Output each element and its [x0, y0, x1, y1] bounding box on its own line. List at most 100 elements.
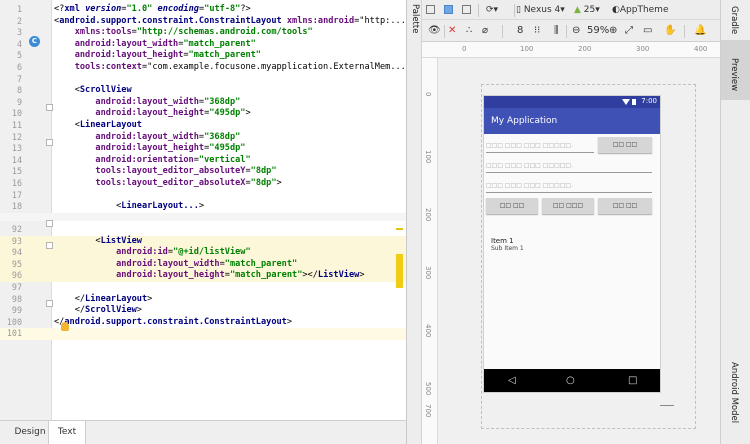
fold-marker-icon[interactable] [46, 139, 53, 146]
line-number: 13 [11, 143, 22, 154]
code-line: 97 [0, 282, 406, 294]
code-line: 7 [0, 74, 406, 86]
line-number: 3 [16, 27, 22, 38]
ruler-tick: 200 [578, 45, 592, 53]
ruler-tick: 0 [462, 45, 467, 53]
api-label: 25 [583, 5, 596, 15]
ruler-tick: 500 [424, 382, 432, 396]
zoom-in-icon[interactable]: ⊕ [609, 20, 617, 42]
autoconnect-icon[interactable]: ⌀ [482, 20, 488, 42]
warnings-bell-icon[interactable]: 🔔 [694, 20, 706, 42]
status-time: 7:00 [641, 97, 657, 105]
gradle-tab[interactable]: Gradle [729, 6, 739, 34]
resize-handle-icon[interactable] [660, 392, 674, 406]
side-button[interactable]: □□ □□ [598, 137, 652, 153]
code-text: tools:context="com.example.focusone.myap… [74, 62, 406, 72]
action-button[interactable]: □□ □□ [598, 198, 652, 214]
line-number: 1 [16, 4, 22, 14]
design-surface-icon[interactable] [426, 0, 435, 20]
ruler-tick: 100 [424, 150, 432, 164]
fold-marker-icon[interactable] [46, 104, 53, 111]
fold-marker-icon[interactable] [46, 220, 53, 227]
tab-text[interactable]: Text [48, 421, 86, 444]
code-text: tools:layout_editor_absoluteX="8dp"> [95, 178, 282, 188]
tab-design[interactable]: Design [12, 421, 48, 444]
phone-preview[interactable]: 7:00 My Application □□□ □□□ □□□ □□□□□. □… [484, 96, 660, 392]
code-line: 1 <?xml version="1.0" encoding="utf-8"?> [0, 4, 406, 16]
show-constraints-icon[interactable]: 👁 [428, 20, 441, 42]
line-number: 97 [11, 282, 22, 292]
palette-side-tab[interactable]: Palette [406, 0, 422, 444]
xml-editor[interactable]: 1 <?xml version="1.0" encoding="utf-8"?> … [0, 0, 406, 420]
line-number: 94 [11, 247, 22, 258]
android-icon: ▲ [574, 5, 581, 15]
zoom-level: 59% [587, 25, 610, 36]
editor-mode-tabs: Design Text [0, 420, 406, 444]
line-number: 11 [11, 120, 22, 130]
zoom-fit-icon[interactable]: ⤢ [625, 20, 633, 42]
device-dropdown[interactable]: ▯ Nexus 4▾ [516, 0, 565, 20]
zoom-actual-icon[interactable]: ▭ [643, 20, 652, 42]
code-text: android:layout_height="match_parent" [74, 50, 261, 61]
edit-text[interactable]: □□□ □□□ □□□ □□□□□. [486, 178, 652, 193]
code-line: 13 android:layout_height="495dp" [0, 143, 406, 155]
blueprint-icon[interactable] [444, 0, 453, 20]
designer-toolbar-top: ⟳▾ ▯ Nexus 4▾ ▲ 25▾ ◐AppTheme [422, 0, 720, 20]
line-number: 101 [6, 328, 22, 339]
code-text: android:layout_width="match_parent" [116, 258, 298, 269]
line-number: 16 [11, 178, 22, 188]
orientation-icon[interactable]: ⟳▾ [486, 0, 498, 20]
list-item-title[interactable]: Item 1 [491, 237, 514, 245]
zoom-out-icon[interactable]: ⊖ [572, 20, 580, 42]
class-c-icon[interactable]: C [29, 36, 40, 47]
line-number: 4 [16, 38, 22, 49]
align-icon[interactable]: ⫼ [554, 20, 559, 42]
preview-tab[interactable]: Preview [721, 40, 750, 100]
code-line: 93 <ListView [0, 235, 406, 248]
edit-text[interactable]: □□□ □□□ □□□ □□□□□. [486, 158, 652, 173]
home-icon[interactable]: ○ [566, 375, 575, 386]
both-views-icon[interactable] [462, 0, 471, 20]
line-number: 2 [16, 15, 22, 26]
fold-marker-icon[interactable] [46, 242, 53, 249]
fold-marker-icon[interactable] [46, 300, 53, 307]
api-dropdown[interactable]: ▲ 25▾ [574, 0, 600, 20]
action-button[interactable]: □□ □□□ [542, 198, 594, 214]
line-number: 5 [16, 50, 22, 61]
back-icon[interactable]: ◁ [508, 375, 516, 386]
line-number: 7 [16, 73, 22, 84]
line-number: 92 [11, 224, 22, 234]
line-number: 96 [11, 270, 22, 281]
designer-toolbar-bottom: 👁 ✕ ∴ ⌀ 8 ⁝⁝ ⫼ ⊖ 59% ⊕ ⤢ ▭ ✋ 🔔 [422, 20, 720, 42]
theme-button[interactable]: ◐AppTheme [612, 0, 669, 20]
code-text: android:layout_width="368dp" [95, 131, 241, 142]
infer-constraints-icon[interactable]: ∴ [466, 20, 472, 42]
code-text: <LinearLayout...> [54, 201, 205, 212]
error-stripe-mark[interactable] [396, 254, 403, 288]
clear-constraints-icon[interactable]: ✕ [448, 20, 456, 42]
android-model-tab[interactable]: Android Model [729, 362, 739, 423]
editor-scrollbar[interactable] [396, 0, 406, 420]
warning-stripe-mark[interactable] [396, 228, 403, 230]
edit-text[interactable]: □□□ □□□ □□□ □□□□□. [486, 138, 594, 153]
code-text: xmlns:tools="http://schemas.android.com/… [74, 27, 313, 38]
pack-icon[interactable]: ⁝⁝ [534, 20, 540, 42]
code-text: </LinearLayout> [54, 293, 153, 304]
default-margin-value[interactable]: 8 [517, 20, 523, 42]
code-text: android:layout_height="495dp" [95, 143, 246, 154]
code-line: 95 android:layout_width="match_parent" [0, 258, 406, 271]
line-number: 93 [11, 235, 22, 246]
code-line: 16 tools:layout_editor_absoluteX="8dp"> [0, 178, 406, 190]
toolbar-separator [444, 25, 445, 38]
folded-region[interactable] [0, 212, 406, 221]
ruler-tick: 400 [424, 324, 432, 338]
action-button[interactable]: □□ □□ [486, 198, 538, 214]
ruler-tick: 0 [424, 92, 432, 97]
lightbulb-icon[interactable] [61, 322, 69, 331]
code-text: <LinearLayout [54, 120, 142, 130]
line-number: 100 [6, 316, 22, 327]
code-text: android:layout_width="match_parent" [74, 38, 256, 49]
pan-hand-icon[interactable]: ✋ [664, 20, 676, 42]
recents-icon[interactable]: □ [628, 375, 637, 386]
line-number: 6 [16, 62, 22, 72]
